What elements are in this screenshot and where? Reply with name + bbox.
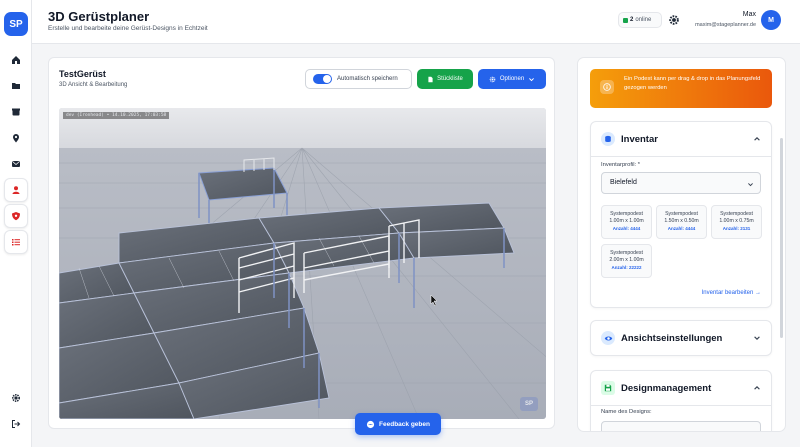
- inventory-item[interactable]: Systempodest 1.00m x 0.75m Anzahl: 2131: [711, 205, 762, 239]
- eye-icon: [601, 331, 615, 345]
- home-icon: [12, 56, 20, 64]
- view-settings-title: Ansichtseinstellungen: [621, 332, 723, 344]
- autosave-switch[interactable]: [313, 74, 332, 84]
- chevron-up-icon[interactable]: [753, 384, 761, 392]
- mail-icon: [12, 161, 20, 167]
- sidebar-item-lists[interactable]: [4, 230, 28, 254]
- options-label: Optionen: [499, 76, 525, 82]
- right-panel: Ein Podest kann per drag & drop in das P…: [577, 57, 786, 432]
- app-logo[interactable]: SP: [4, 12, 28, 36]
- save-icon: [601, 381, 615, 395]
- scaffold-scene[interactable]: [59, 108, 546, 419]
- user-email: maxim@stageplanner.de: [695, 22, 756, 28]
- online-label: online: [635, 17, 652, 23]
- editor-card: TestGerüst 3D Ansicht & Bearbeitung Auto…: [48, 57, 555, 429]
- drag-drop-hint-text: Ein Podest kann per drag & drop in das P…: [624, 76, 761, 92]
- online-count: 2: [630, 17, 634, 23]
- design-name-input[interactable]: [601, 421, 761, 431]
- logout-icon: [12, 420, 21, 428]
- feedback-label: Feedback geben: [379, 420, 430, 428]
- drag-drop-hint: Ein Podest kann per drag & drop in das P…: [590, 69, 772, 108]
- project-title: TestGerüst: [59, 69, 106, 79]
- inventory-title: Inventar: [621, 133, 658, 145]
- inventory-profile-select[interactable]: Bielefeld: [601, 172, 761, 194]
- inventory-item-size: 1.50m x 0.50m: [664, 217, 699, 224]
- chevron-down-icon: [748, 183, 753, 187]
- online-status-icon: [623, 17, 628, 23]
- 3d-viewport[interactable]: dev (Ironhead) • 14.10.2025, 17:03:58 SP: [59, 108, 546, 419]
- page-title: 3D Gerüstplaner: [48, 9, 150, 24]
- gear-icon: [11, 393, 21, 403]
- viewport-logo: SP: [520, 397, 538, 411]
- sidebar: SP: [0, 0, 32, 447]
- options-button[interactable]: Optionen: [478, 69, 546, 89]
- feedback-button[interactable]: Feedback geben: [355, 413, 441, 435]
- chevron-down-icon[interactable]: [753, 334, 761, 342]
- divider: [591, 156, 771, 157]
- sidebar-item-messages[interactable]: [4, 152, 28, 176]
- folder-icon: [12, 83, 20, 89]
- shield-icon: [12, 212, 20, 221]
- sidebar-item-logout[interactable]: [4, 412, 28, 436]
- inventory-item[interactable]: Systempodest 1.50m x 0.50m Anzahl: 4444: [656, 205, 707, 239]
- parts-list-label: Stückliste: [437, 76, 463, 82]
- sidebar-item-home[interactable]: [4, 48, 28, 72]
- header-settings-gear-icon[interactable]: [668, 14, 680, 26]
- autosave-label: Automatisch speichern: [337, 76, 398, 82]
- inventory-item-count: Anzahl: 4444: [612, 226, 641, 231]
- online-users-badge[interactable]: 2 online: [618, 12, 662, 28]
- user-icon: [12, 186, 20, 194]
- inventory-profile-value: Bielefeld: [610, 179, 637, 186]
- design-management-title: Designmanagement: [621, 382, 712, 394]
- inventory-item-count: Anzahl: 22222: [611, 265, 642, 270]
- design-management-header[interactable]: Designmanagement: [601, 381, 711, 395]
- sidebar-item-users[interactable]: [4, 178, 28, 202]
- database-icon: [601, 132, 615, 146]
- design-name-label: Name des Designs:: [601, 409, 652, 415]
- project-subtitle: 3D Ansicht & Bearbeitung: [59, 82, 128, 88]
- inventory-header[interactable]: Inventar: [601, 132, 658, 146]
- edit-inventory-link[interactable]: Inventar bearbeiten →: [702, 290, 761, 296]
- parts-list-button[interactable]: Stückliste: [417, 69, 473, 89]
- chat-bubble-icon: [366, 420, 375, 428]
- info-icon: [600, 80, 614, 94]
- autosave-toggle[interactable]: Automatisch speichern: [305, 69, 412, 89]
- top-header: 3D Gerüstplaner Erstelle und bearbeite d…: [32, 0, 800, 44]
- user-name: Max: [742, 11, 756, 18]
- gear-icon: [489, 76, 496, 82]
- view-settings-section[interactable]: Ansichtseinstellungen: [590, 320, 772, 356]
- page-subtitle: Erstelle und bearbeite deine Gerüst-Desi…: [48, 25, 208, 32]
- view-settings-header[interactable]: Ansichtseinstellungen: [601, 331, 722, 345]
- map-pin-icon: [13, 134, 19, 143]
- chevron-down-icon: [529, 77, 535, 81]
- design-management-section: Designmanagement Name des Designs:: [590, 370, 772, 431]
- sidebar-item-locations[interactable]: [4, 126, 28, 150]
- inventory-item-count: Anzahl: 2131: [722, 226, 751, 231]
- panel-scrollbar[interactable]: [780, 138, 783, 338]
- inventory-item-size: 1.00m x 1.00m: [609, 217, 644, 224]
- document-icon: [428, 76, 433, 82]
- chevron-up-icon[interactable]: [753, 135, 761, 143]
- inventory-item-count: Anzahl: 4444: [667, 226, 696, 231]
- inventory-item-size: 1.00m x 0.75m: [719, 217, 754, 224]
- sidebar-item-security[interactable]: [4, 204, 28, 228]
- divider: [591, 405, 771, 406]
- inventory-item[interactable]: Systempodest 1.00m x 1.00m Anzahl: 4444: [601, 205, 652, 239]
- inventory-item-size: 2.00m x 1.00m: [609, 256, 644, 263]
- inventory-profile-label: Inventarprofil: *: [601, 162, 640, 168]
- avatar[interactable]: M: [761, 10, 781, 30]
- viewport-info-overlay: dev (Ironhead) • 14.10.2025, 17:03:58: [63, 112, 170, 119]
- inventory-item[interactable]: Systempodest 2.00m x 1.00m Anzahl: 22222: [601, 244, 652, 278]
- box-icon: [12, 108, 20, 116]
- inventory-section: Inventar Inventarprofil: * Bielefeld Sys…: [590, 121, 772, 308]
- sidebar-item-settings[interactable]: [4, 386, 28, 410]
- sidebar-item-projects[interactable]: [4, 74, 28, 98]
- sidebar-item-inventory[interactable]: [4, 100, 28, 124]
- list-icon: [12, 239, 20, 246]
